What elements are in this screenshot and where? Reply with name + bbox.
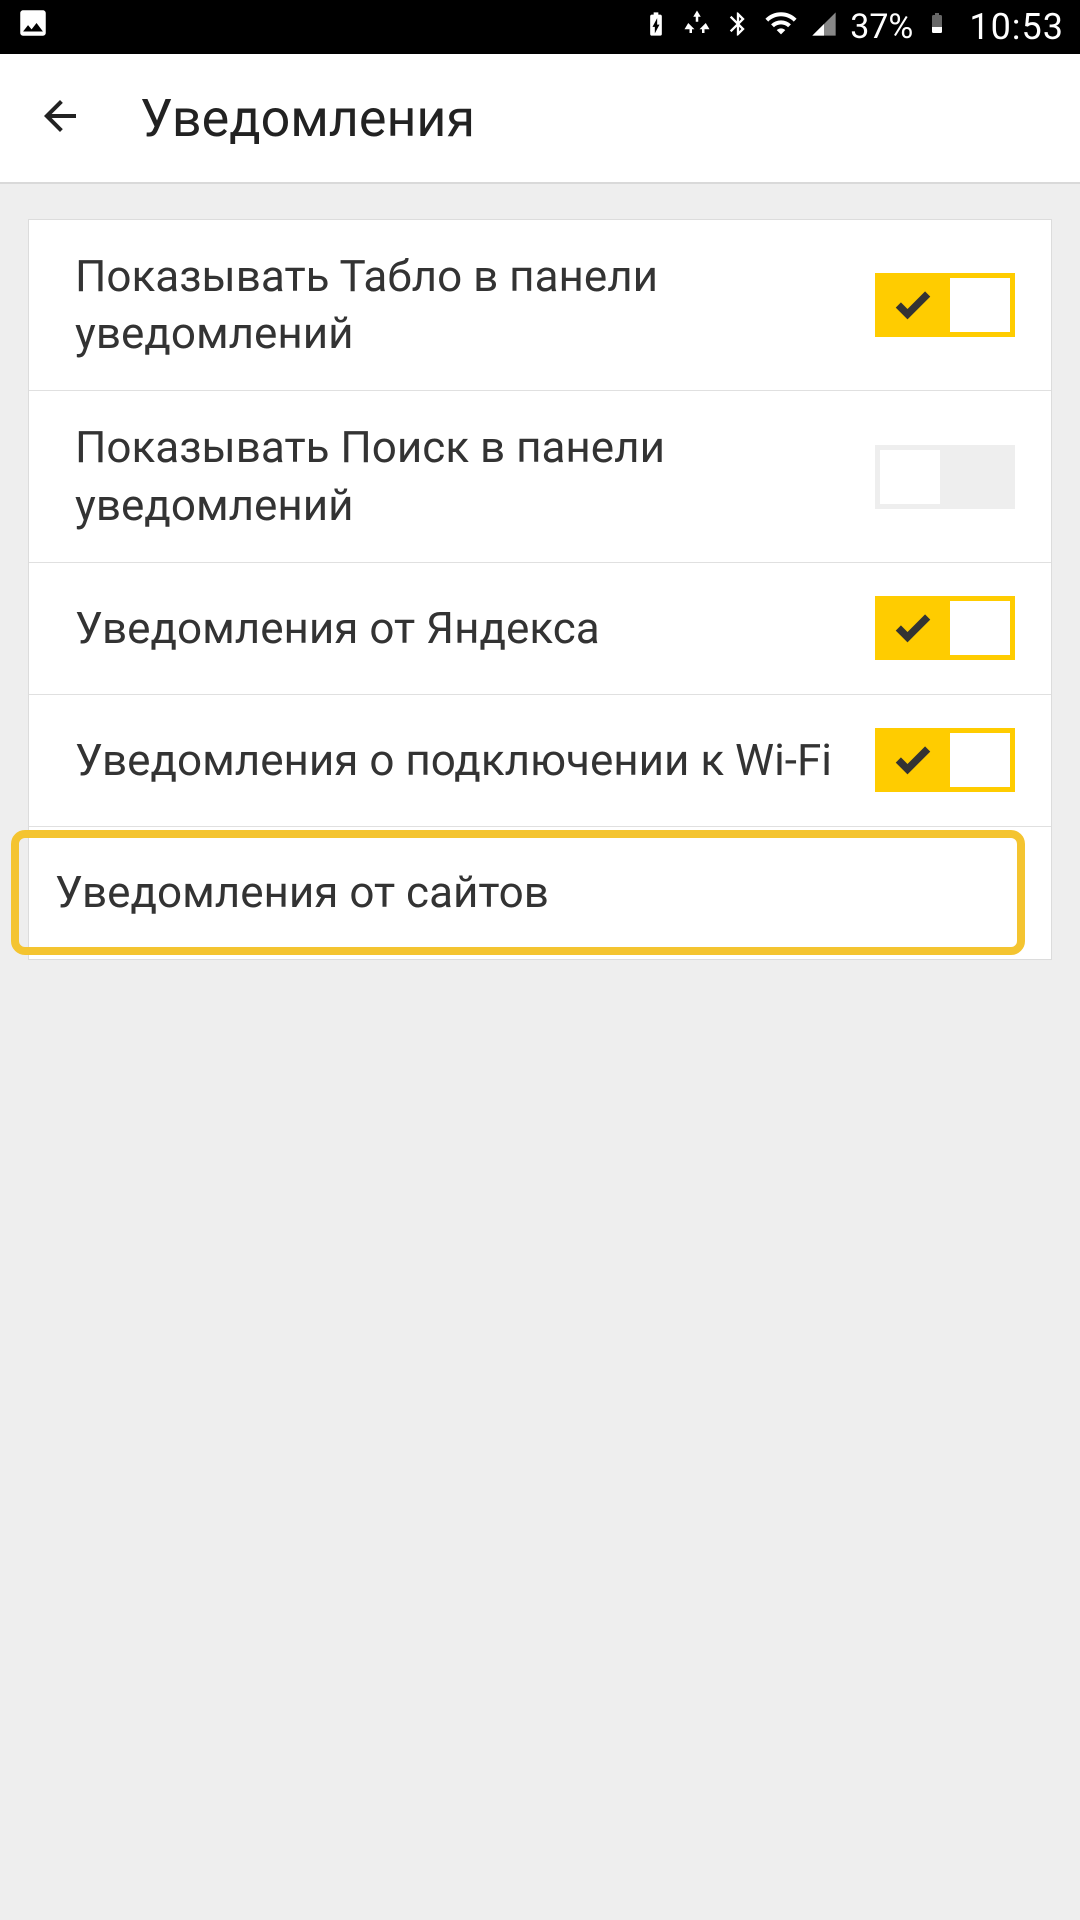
setting-label: Показывать Поиск в панели уведомлений <box>75 419 875 533</box>
setting-row-yandex[interactable]: Уведомления от Яндекса <box>29 563 1051 695</box>
bluetooth-icon <box>724 8 752 46</box>
content-area: Показывать Табло в панели уведомлений По… <box>0 184 1080 960</box>
setting-label: Уведомления от Яндекса <box>75 600 875 657</box>
page-title: Уведомления <box>140 88 475 149</box>
setting-label: Уведомления от сайтов <box>55 864 981 921</box>
check-icon <box>891 738 935 782</box>
toggle-knob <box>950 733 1010 787</box>
toggle-search[interactable] <box>875 445 1015 509</box>
battery-icon <box>925 7 949 47</box>
setting-label: Показывать Табло в панели уведомлений <box>75 248 875 362</box>
recycle-icon <box>682 8 712 46</box>
battery-charge-icon <box>642 8 670 46</box>
toggle-knob <box>880 450 940 504</box>
toggle-knob <box>950 278 1010 332</box>
settings-card: Показывать Табло в панели уведомлений По… <box>28 219 1052 960</box>
clock-text: 10:53 <box>969 6 1064 48</box>
setting-row-search[interactable]: Показывать Поиск в панели уведомлений <box>29 391 1051 562</box>
toggle-knob <box>950 601 1010 655</box>
check-icon <box>891 283 935 327</box>
toggle-wifi[interactable] <box>875 728 1015 792</box>
toggle-yandex[interactable] <box>875 596 1015 660</box>
setting-row-sites-container: Уведомления от сайтов <box>29 827 1051 959</box>
setting-row-tablo[interactable]: Показывать Табло в панели уведомлений <box>29 220 1051 391</box>
battery-percent: 37% <box>850 7 913 47</box>
setting-row-wifi[interactable]: Уведомления о подключении к Wi-Fi <box>29 695 1051 827</box>
setting-label: Уведомления о подключении к Wi-Fi <box>75 732 875 789</box>
arrow-left-icon <box>36 92 84 144</box>
signal-icon <box>810 8 838 46</box>
toggle-tablo[interactable] <box>875 273 1015 337</box>
status-left <box>16 6 50 48</box>
status-bar: 37% 10:53 <box>0 0 1080 54</box>
status-right: 37% 10:53 <box>642 6 1064 48</box>
wifi-icon <box>764 6 798 48</box>
back-button[interactable] <box>30 88 90 148</box>
check-icon <box>891 606 935 650</box>
app-header: Уведомления <box>0 54 1080 184</box>
picture-icon <box>16 6 50 48</box>
setting-row-sites[interactable]: Уведомления от сайтов <box>11 830 1025 955</box>
